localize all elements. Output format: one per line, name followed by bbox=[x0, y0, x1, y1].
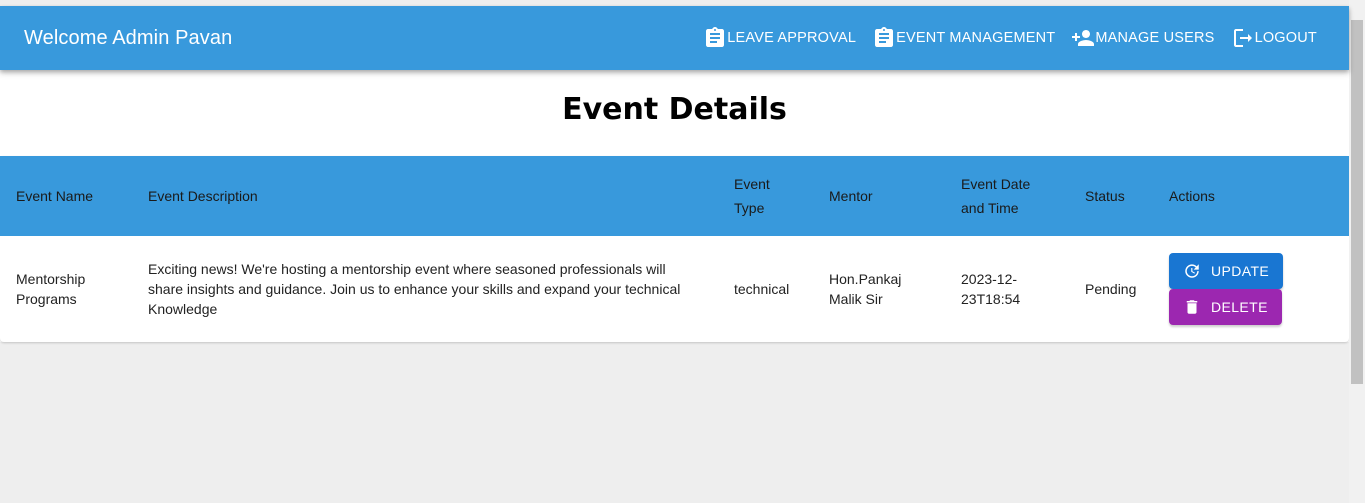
column-header: Event Date and Time bbox=[961, 176, 1031, 216]
events-table: Event Name Event Description Event Type … bbox=[0, 156, 1349, 342]
clipboard-icon bbox=[703, 26, 727, 50]
mentor-cell: Hon.Pankaj Malik Sir bbox=[829, 271, 902, 307]
nav-leave-approval[interactable]: LEAVE APPROVAL bbox=[703, 26, 856, 50]
table-row: Mentorship Programs Exciting news! We're… bbox=[0, 236, 1349, 342]
table-header-row: Event Name Event Description Event Type … bbox=[0, 156, 1349, 236]
nav-event-management[interactable]: EVENT MANAGEMENT bbox=[872, 26, 1055, 50]
nav-manage-users[interactable]: MANAGE USERS bbox=[1071, 26, 1214, 50]
event-datetime-cell: 2023-12-23T18:54 bbox=[961, 271, 1021, 307]
clipboard-icon bbox=[872, 26, 896, 50]
actions-cell: UPDATE DELETE bbox=[1153, 236, 1349, 342]
nav-logout[interactable]: LOGOUT bbox=[1231, 26, 1317, 50]
person-add-icon bbox=[1071, 26, 1095, 50]
column-header: Event Type bbox=[734, 176, 770, 216]
scrollbar-thumb[interactable] bbox=[1351, 20, 1363, 384]
app-bar: Welcome Admin Pavan LEAVE APPROVAL EVENT… bbox=[0, 6, 1349, 70]
update-button[interactable]: UPDATE bbox=[1169, 253, 1283, 289]
trash-icon bbox=[1183, 298, 1211, 316]
column-header: Actions bbox=[1169, 188, 1215, 204]
page-title: Event Details bbox=[562, 92, 787, 127]
nav-label: LOGOUT bbox=[1254, 30, 1317, 46]
event-description-cell: Exciting news! We're hosting a mentorshi… bbox=[148, 261, 681, 317]
column-header: Status bbox=[1085, 188, 1125, 204]
nav-label: LEAVE APPROVAL bbox=[727, 30, 857, 46]
update-label: UPDATE bbox=[1211, 263, 1270, 279]
column-header: Event Description bbox=[148, 188, 258, 204]
logout-icon bbox=[1231, 26, 1255, 50]
delete-button[interactable]: DELETE bbox=[1169, 289, 1282, 325]
status-cell: Pending bbox=[1085, 281, 1137, 297]
refresh-icon bbox=[1183, 262, 1211, 280]
nav-label: EVENT MANAGEMENT bbox=[896, 30, 1056, 46]
column-header: Mentor bbox=[829, 188, 873, 204]
events-table-container: Event Name Event Description Event Type … bbox=[0, 156, 1349, 342]
event-name-cell: Mentorship Programs bbox=[16, 271, 86, 307]
nav-label: MANAGE USERS bbox=[1095, 30, 1215, 46]
delete-label: DELETE bbox=[1211, 299, 1268, 315]
top-nav: LEAVE APPROVAL EVENT MANAGEMENT MANAGE U… bbox=[687, 6, 1317, 70]
welcome-title: Welcome Admin Pavan bbox=[24, 27, 233, 49]
event-type-cell: technical bbox=[734, 281, 790, 297]
column-header: Event Name bbox=[16, 188, 94, 204]
